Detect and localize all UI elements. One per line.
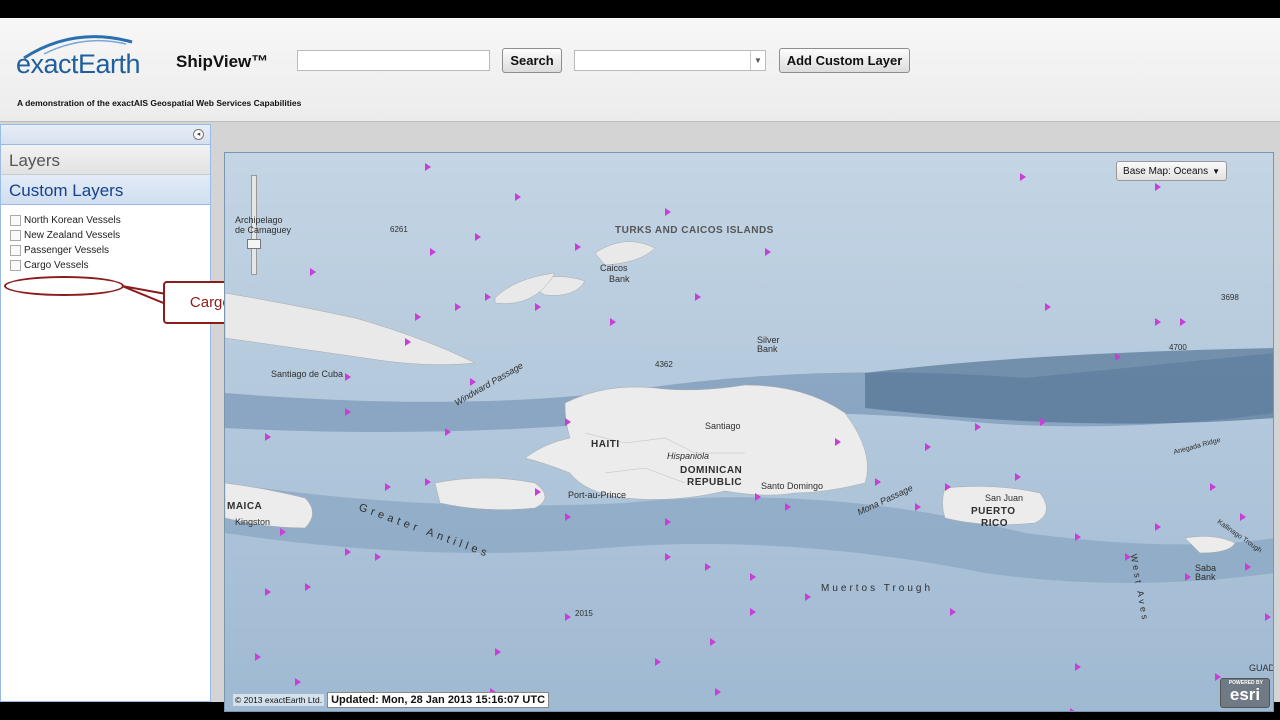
- layer-item-north-korean[interactable]: North Korean Vessels: [10, 213, 210, 228]
- layers-sidebar: ◂ Layers Custom Layers North Korean Vess…: [0, 124, 211, 702]
- map-label-muertos: Muertos Trough: [821, 583, 934, 594]
- layer-checkbox[interactable]: [10, 215, 21, 226]
- map-label-camaguey: de Camaguey: [235, 225, 292, 235]
- copyright-text: © 2013 exactEarth Ltd.: [233, 694, 325, 706]
- map-label-kingston: Kingston: [235, 517, 271, 527]
- map-label-archipelago: Archipelago: [235, 215, 283, 225]
- custom-layers-panel-title[interactable]: Custom Layers: [1, 175, 210, 205]
- app-title: ShipView™: [176, 52, 269, 71]
- chevron-down-icon: ▼: [1212, 166, 1220, 176]
- esri-logo-icon[interactable]: POWERED BY esri: [1220, 678, 1270, 708]
- layer-item-new-zealand[interactable]: New Zealand Vessels: [10, 228, 210, 243]
- layer-item-passenger[interactable]: Passenger Vessels: [10, 243, 210, 258]
- collapse-icon[interactable]: ◂: [193, 129, 204, 140]
- layer-item-label: Cargo Vessels: [24, 260, 89, 271]
- map-label-depth-4700: 4700: [1169, 343, 1187, 352]
- sidebar-toolbar: ◂: [1, 125, 210, 145]
- map-label-caicos-bank: Bank: [609, 274, 630, 284]
- map-label-rico: RICO: [981, 518, 1008, 529]
- layer-select[interactable]: ▼: [574, 50, 766, 71]
- map-label-turks: TURKS AND CAICOS ISLANDS: [615, 225, 774, 236]
- add-custom-layer-button[interactable]: Add Custom Layer: [779, 48, 910, 73]
- map-label-depth-2015: 2015: [575, 609, 593, 618]
- map-label-depth-3698: 3698: [1221, 293, 1239, 302]
- updated-timestamp: Updated: Mon, 28 Jan 2013 15:16:07 UTC: [327, 692, 550, 708]
- search-button[interactable]: Search: [502, 48, 562, 73]
- zoom-slider-thumb[interactable]: [247, 239, 261, 249]
- app-window: exactEarth ShipView™ A demonstration of …: [0, 18, 1280, 712]
- esri-powered-text: POWERED BY: [1228, 680, 1263, 686]
- custom-layers-list: North Korean Vessels New Zealand Vessels…: [1, 205, 210, 273]
- layer-item-label: New Zealand Vessels: [24, 230, 121, 241]
- layer-checkbox[interactable]: [10, 230, 21, 241]
- layer-item-cargo[interactable]: Cargo Vessels: [10, 258, 210, 273]
- layers-panel-title[interactable]: Layers: [1, 145, 210, 175]
- map-label-guad: GUAD: [1249, 663, 1274, 673]
- map-label-depth-4362: 4362: [655, 360, 673, 369]
- map-label-silver-bank: Bank: [757, 344, 778, 354]
- map-canvas[interactable]: [225, 153, 1274, 712]
- logo-text: exactEarth: [16, 49, 141, 79]
- map-label-santo-domingo: Santo Domingo: [761, 481, 824, 491]
- map-label-republic: REPUBLIC: [687, 477, 743, 488]
- map-label-san-juan: San Juan: [985, 493, 1024, 503]
- map-label-puerto: PUERTO: [971, 506, 1016, 517]
- layer-item-label: North Korean Vessels: [24, 215, 121, 226]
- cargo-highlight-ellipse: [4, 276, 124, 296]
- callout-pointer-icon: [121, 285, 167, 306]
- map-label-santiago-cuba: Santiago de Cuba: [271, 369, 344, 379]
- map-label-haiti: HAITI: [591, 439, 620, 450]
- layer-item-label: Passenger Vessels: [24, 245, 110, 256]
- map-label-saba-bank: Bank: [1195, 572, 1216, 582]
- basemap-label: Base Map: Oceans: [1123, 165, 1209, 177]
- layer-checkbox[interactable]: [10, 245, 21, 256]
- esri-logo-text: esri: [1229, 685, 1261, 704]
- map-label-depth-6261: 6261: [390, 225, 408, 234]
- map-label-hispaniola: Hispaniola: [667, 451, 710, 461]
- tagline: A demonstration of the exactAIS Geospati…: [17, 98, 302, 108]
- map-label-santiago: Santiago: [705, 421, 741, 431]
- map-label-port-au-prince: Port-au-Prince: [568, 490, 627, 500]
- chevron-down-icon[interactable]: ▼: [750, 51, 765, 70]
- search-input[interactable]: [297, 50, 490, 71]
- map-footer: © 2013 exactEarth Ltd. Updated: Mon, 28 …: [233, 692, 550, 708]
- map-view[interactable]: Base Map: Oceans ▼ TURKS AND CAICOS ISLA…: [224, 152, 1274, 712]
- map-label-dominican: DOMINICAN: [680, 465, 743, 476]
- map-label-caicos: Caicos: [600, 263, 628, 273]
- layer-checkbox[interactable]: [10, 260, 21, 271]
- app-header: exactEarth ShipView™ A demonstration of …: [0, 18, 1280, 122]
- basemap-dropdown[interactable]: Base Map: Oceans ▼: [1116, 161, 1227, 181]
- map-label-jamaica: MAICA: [227, 501, 263, 512]
